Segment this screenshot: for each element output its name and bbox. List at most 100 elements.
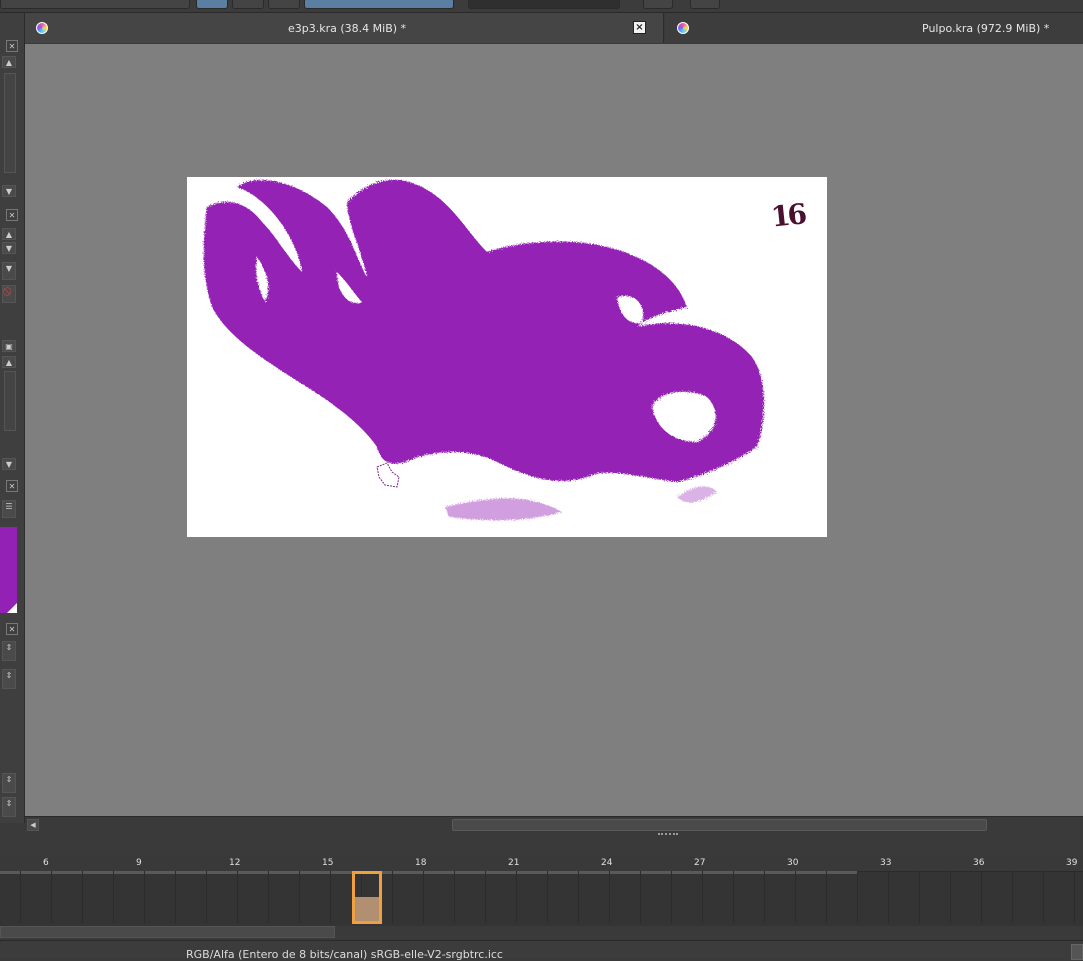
document-tab-bar: e3p3.kra (38.4 MiB) * × Pulpo.kra (972.9… <box>24 13 1083 43</box>
frame-cell[interactable] <box>114 871 145 923</box>
panel-splitter[interactable] <box>0 831 1083 856</box>
toolbar-field[interactable] <box>0 0 190 9</box>
tab-document-pulpo[interactable]: Pulpo.kra (972.9 MiB) * <box>665 13 1083 43</box>
scroll-up-button[interactable]: ▲ <box>2 356 16 368</box>
frame-tick: 9 <box>136 858 142 868</box>
frame-cell[interactable] <box>889 871 920 923</box>
frame-range-bar <box>703 871 733 874</box>
frame-cell[interactable] <box>83 871 114 923</box>
frame-range-bar <box>114 871 144 874</box>
keyframe[interactable] <box>355 897 379 921</box>
close-icon[interactable]: ✕ <box>6 209 18 221</box>
spin-button[interactable]: ⇕ <box>2 669 16 689</box>
frame-cell[interactable] <box>672 871 703 923</box>
close-icon[interactable]: × <box>633 21 646 34</box>
current-frame-playhead[interactable] <box>352 871 382 924</box>
docker-scrollbar[interactable] <box>4 73 16 173</box>
frame-cell[interactable] <box>269 871 300 923</box>
frame-cell[interactable] <box>920 871 951 923</box>
frame-tick: 6 <box>43 858 49 868</box>
forbidden-icon[interactable]: ⃠ <box>2 285 16 303</box>
spin-down-button[interactable]: ▼ <box>2 242 16 254</box>
menu-icon[interactable]: ☰ <box>2 500 16 518</box>
frame-track[interactable] <box>0 871 1083 926</box>
frame-range-bar <box>610 871 640 874</box>
frame-range-bar <box>393 871 423 874</box>
frame-range-bar <box>672 871 702 874</box>
left-docker-panel: ✕ ▲ ▼ ✕ ▲ ▼ ▼ ⃠ ▣ ▲ ▼ ✕ ☰ ✕ ⇕ ⇕ ⇕ ⇕ <box>0 13 25 823</box>
toolbar-button[interactable] <box>196 0 228 9</box>
frame-cell[interactable] <box>548 871 579 923</box>
frame-cell[interactable] <box>393 871 424 923</box>
frame-cell[interactable] <box>734 871 765 923</box>
frame-cell[interactable] <box>176 871 207 923</box>
status-bar: RGB/Alfa (Entero de 8 bits/canal) sRGB-e… <box>0 940 1083 961</box>
splitter-grip[interactable] <box>658 833 678 837</box>
scrollbar-thumb[interactable] <box>452 819 987 831</box>
frame-cell[interactable] <box>52 871 83 923</box>
frame-range-bar <box>486 871 516 874</box>
tab-document-e3p3[interactable]: e3p3.kra (38.4 MiB) * × <box>24 13 664 43</box>
frame-cell[interactable] <box>703 871 734 923</box>
document-canvas[interactable]: 16 <box>187 177 827 537</box>
scroll-down-button[interactable]: ▼ <box>2 458 16 470</box>
frame-cell[interactable] <box>238 871 269 923</box>
frame-cell[interactable] <box>827 871 858 923</box>
frame-cell[interactable] <box>579 871 610 923</box>
toolbar-button[interactable] <box>232 0 264 9</box>
frame-cell[interactable] <box>207 871 238 923</box>
frame-range-bar <box>796 871 826 874</box>
frame-cell[interactable] <box>641 871 672 923</box>
frame-cell[interactable] <box>424 871 455 923</box>
frame-range-bar <box>238 871 268 874</box>
spin-button[interactable]: ⇕ <box>2 797 16 817</box>
frame-cell[interactable] <box>300 871 331 923</box>
close-icon[interactable]: ✕ <box>6 623 18 635</box>
frame-cell[interactable] <box>1013 871 1044 923</box>
close-icon[interactable]: ✕ <box>6 480 18 492</box>
krita-icon <box>677 22 689 34</box>
frame-range-bar <box>0 871 20 874</box>
toolbar-button[interactable] <box>643 0 673 9</box>
toolbar-button[interactable] <box>690 0 720 9</box>
spin-up-button[interactable]: ▲ <box>2 228 16 240</box>
frame-cell[interactable] <box>796 871 827 923</box>
timeline-scrollbar[interactable] <box>0 926 1083 938</box>
frame-range-bar <box>827 871 857 874</box>
scroll-up-button[interactable]: ▲ <box>2 56 16 68</box>
frame-cell[interactable] <box>486 871 517 923</box>
scrollbar-thumb[interactable] <box>0 926 335 938</box>
frame-cell[interactable] <box>858 871 889 923</box>
scroll-down-button[interactable]: ▼ <box>2 185 16 197</box>
toolbar-slider[interactable] <box>468 0 620 9</box>
frame-cell[interactable] <box>0 871 21 923</box>
docker-scrollbar[interactable] <box>4 371 16 431</box>
frame-range-bar <box>517 871 547 874</box>
close-icon[interactable]: ✕ <box>6 40 18 52</box>
spin-button[interactable]: ⇕ <box>2 641 16 661</box>
frame-tick: 24 <box>601 858 613 868</box>
dropdown-button[interactable]: ▼ <box>2 262 16 280</box>
frame-cell[interactable] <box>1044 871 1075 923</box>
krita-icon <box>36 22 48 34</box>
frame-cell[interactable] <box>145 871 176 923</box>
frame-cell[interactable] <box>517 871 548 923</box>
frame-tick: 21 <box>508 858 520 868</box>
frame-ruler[interactable]: 6 9 12 15 18 21 24 27 30 33 36 39 <box>0 856 1083 872</box>
frame-cell[interactable] <box>455 871 486 923</box>
foreground-color-swatch[interactable] <box>0 527 17 613</box>
canvas-horizontal-scrollbar[interactable]: ◀ <box>25 816 1083 832</box>
frame-cell[interactable] <box>21 871 52 923</box>
frame-range-bar <box>424 871 454 874</box>
frame-range-bar <box>641 871 671 874</box>
frame-cell[interactable] <box>982 871 1013 923</box>
scroll-left-button[interactable]: ◀ <box>27 819 39 831</box>
spin-button[interactable]: ⇕ <box>2 773 16 793</box>
frame-cell[interactable] <box>610 871 641 923</box>
toolbar-slider[interactable] <box>304 0 454 9</box>
frame-tick: 12 <box>229 858 241 868</box>
frame-cell[interactable] <box>951 871 982 923</box>
toolbar-button[interactable] <box>268 0 300 9</box>
float-icon[interactable]: ▣ <box>2 340 16 352</box>
frame-cell[interactable] <box>765 871 796 923</box>
